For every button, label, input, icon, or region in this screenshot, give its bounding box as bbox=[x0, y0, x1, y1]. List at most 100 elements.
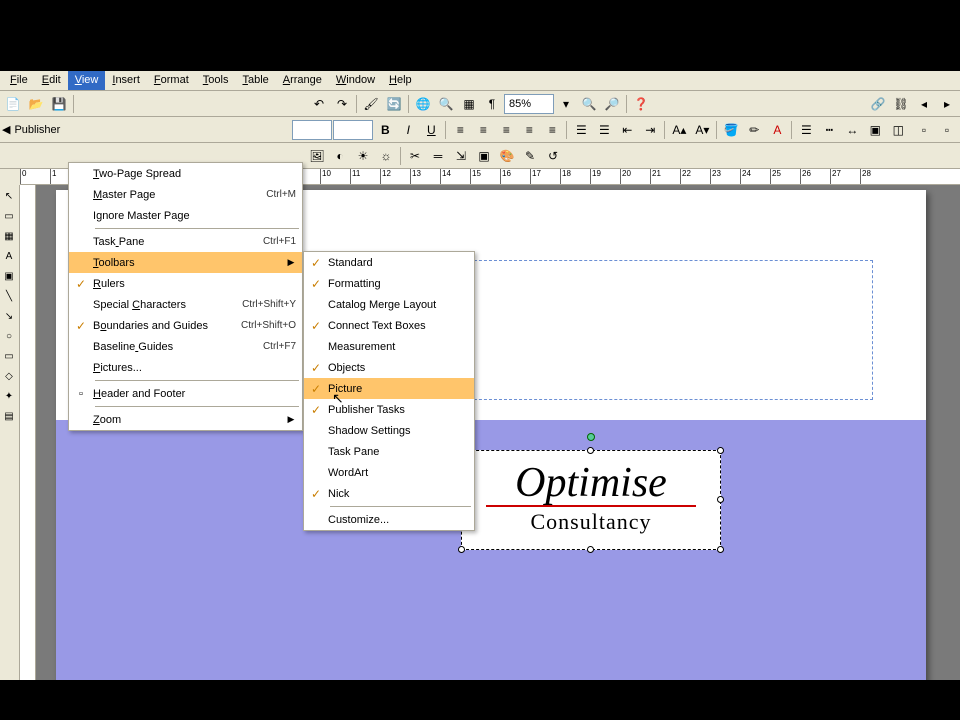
decrease-font-icon[interactable]: A▾ bbox=[691, 119, 713, 141]
web-icon[interactable]: 🌐 bbox=[412, 93, 434, 115]
bookmark-icon[interactable]: ✦ bbox=[0, 387, 18, 405]
crop-icon[interactable]: ✂ bbox=[404, 145, 426, 167]
align-center-icon[interactable]: ≡ bbox=[472, 119, 494, 141]
menu-window[interactable]: Window bbox=[329, 71, 382, 90]
line-style-icon[interactable]: ☰ bbox=[795, 119, 817, 141]
italic-icon[interactable]: I bbox=[397, 119, 419, 141]
underline-icon[interactable]: U bbox=[420, 119, 442, 141]
format-painter-icon[interactable]: 🖌 bbox=[360, 93, 382, 115]
zoom-out-icon[interactable]: 🔍 bbox=[578, 93, 600, 115]
menu-item-task-pane[interactable]: Task PaneCtrl+F1 bbox=[69, 231, 302, 252]
resize-handle[interactable] bbox=[587, 546, 594, 553]
insert-picture-icon[interactable]: 🖼 bbox=[306, 145, 328, 167]
pointer-icon[interactable]: ↖ bbox=[0, 187, 18, 205]
break-link-icon[interactable]: ⛓ bbox=[890, 93, 912, 115]
menu-tools[interactable]: Tools bbox=[196, 71, 236, 90]
size-combo[interactable] bbox=[333, 120, 373, 140]
dropdown-arrow-icon[interactable]: ▾ bbox=[555, 93, 577, 115]
bold-icon[interactable]: B bbox=[374, 119, 396, 141]
arrow-tool-icon[interactable]: ↘ bbox=[0, 307, 18, 325]
resize-handle[interactable] bbox=[458, 546, 465, 553]
color-icon[interactable]: ◐ bbox=[329, 145, 351, 167]
help-icon[interactable]: ❓ bbox=[630, 93, 652, 115]
menu-file[interactable]: File bbox=[3, 71, 35, 90]
redo-icon[interactable]: ↷ bbox=[331, 93, 353, 115]
line-icon[interactable]: ═ bbox=[427, 145, 449, 167]
reset-picture-icon[interactable]: ↺ bbox=[542, 145, 564, 167]
toolbar-toggle-task-pane[interactable]: Task Pane bbox=[304, 441, 474, 462]
toolbar-toggle-objects[interactable]: ✓Objects bbox=[304, 357, 474, 378]
align-right-icon[interactable]: ≡ bbox=[495, 119, 517, 141]
menu-item-special-characters[interactable]: Special CharactersCtrl+Shift+Y bbox=[69, 294, 302, 315]
autoshapes-icon[interactable]: ◇ bbox=[0, 367, 18, 385]
resize-handle[interactable] bbox=[587, 447, 594, 454]
dash-style-icon[interactable]: ┅ bbox=[818, 119, 840, 141]
menu-item-zoom[interactable]: Zoom▶ bbox=[69, 409, 302, 430]
justify-icon[interactable]: ≡ bbox=[518, 119, 540, 141]
menu-view[interactable]: View bbox=[68, 71, 106, 90]
arrow-style-icon[interactable]: ↔ bbox=[841, 119, 863, 141]
resize-handle[interactable] bbox=[717, 546, 724, 553]
indent-icon[interactable]: ⇥ bbox=[639, 119, 661, 141]
group-icon[interactable]: ▫ bbox=[936, 119, 958, 141]
menu-item-boundaries-and-guides[interactable]: ✓Boundaries and GuidesCtrl+Shift+O bbox=[69, 315, 302, 336]
undo-icon[interactable]: ↶ bbox=[308, 93, 330, 115]
format-picture-icon[interactable]: 🎨 bbox=[496, 145, 518, 167]
toolbar-toggle-measurement[interactable]: Measurement bbox=[304, 336, 474, 357]
numbering-icon[interactable]: ☰ bbox=[570, 119, 592, 141]
font-color-icon[interactable]: A bbox=[766, 119, 788, 141]
toolbar-toggle-picture[interactable]: ✓Picture bbox=[304, 378, 474, 399]
align-left-icon[interactable]: ≡ bbox=[449, 119, 471, 141]
menu-item-pictures-[interactable]: Pictures... bbox=[69, 357, 302, 378]
menu-item-two-page-spread[interactable]: Two-Page Spread bbox=[69, 163, 302, 184]
toolbar-toggle-formatting[interactable]: ✓Formatting bbox=[304, 273, 474, 294]
toolbar-toggle-shadow-settings[interactable]: Shadow Settings bbox=[304, 420, 474, 441]
rotate-handle[interactable] bbox=[587, 433, 595, 441]
zoom-combo[interactable]: 85% bbox=[504, 94, 554, 114]
paragraph-icon[interactable]: ¶ bbox=[481, 93, 503, 115]
menu-item-header-and-footer[interactable]: ▫Header and Footer bbox=[69, 383, 302, 404]
resize-handle[interactable] bbox=[717, 447, 724, 454]
preview-icon[interactable]: 🔍 bbox=[435, 93, 457, 115]
3d-icon[interactable]: ◫ bbox=[887, 119, 909, 141]
toolbar-toggle-catalog-merge-layout[interactable]: Catalog Merge Layout bbox=[304, 294, 474, 315]
toolbar-toggle-wordart[interactable]: WordArt bbox=[304, 462, 474, 483]
transparent-icon[interactable]: ✎ bbox=[519, 145, 541, 167]
more-contrast-icon[interactable]: ☀ bbox=[352, 145, 374, 167]
fill-color-icon[interactable]: 🪣 bbox=[720, 119, 742, 141]
taskpane-label[interactable]: ◀ Publisher bbox=[2, 123, 60, 136]
wordart-icon[interactable]: A bbox=[0, 247, 18, 265]
resize-handle[interactable] bbox=[717, 496, 724, 503]
picture-frame-icon[interactable]: ▣ bbox=[0, 267, 18, 285]
toolbar-toggle-connect-text-boxes[interactable]: ✓Connect Text Boxes bbox=[304, 315, 474, 336]
next-icon[interactable]: ▸ bbox=[936, 93, 958, 115]
design-gallery-icon[interactable]: ▤ bbox=[0, 407, 18, 425]
less-contrast-icon[interactable]: ☼ bbox=[375, 145, 397, 167]
line-color-icon[interactable]: ✏ bbox=[743, 119, 765, 141]
textbox-icon[interactable]: ▭ bbox=[0, 207, 18, 225]
bullets-icon[interactable]: ☰ bbox=[593, 119, 615, 141]
table-icon[interactable]: ▦ bbox=[0, 227, 18, 245]
logo-picture[interactable]: Optimise Consultancy bbox=[461, 450, 721, 550]
menu-arrange[interactable]: Arrange bbox=[276, 71, 329, 90]
menu-help[interactable]: Help bbox=[382, 71, 419, 90]
link-icon[interactable]: 🔗 bbox=[867, 93, 889, 115]
prev-icon[interactable]: ◂ bbox=[913, 93, 935, 115]
distribute-icon[interactable]: ≡ bbox=[541, 119, 563, 141]
increase-font-icon[interactable]: A▴ bbox=[668, 119, 690, 141]
save-icon[interactable]: 💾 bbox=[48, 93, 70, 115]
menu-insert[interactable]: Insert bbox=[105, 71, 147, 90]
open-icon[interactable]: 📂 bbox=[25, 93, 47, 115]
toolbar-toggle-standard[interactable]: ✓Standard bbox=[304, 252, 474, 273]
menu-item-master-page[interactable]: Master PageCtrl+M bbox=[69, 184, 302, 205]
line-tool-icon[interactable]: ╲ bbox=[0, 287, 18, 305]
shadow-icon[interactable]: ▣ bbox=[864, 119, 886, 141]
menu-format[interactable]: Format bbox=[147, 71, 196, 90]
menu-item-rulers[interactable]: ✓Rulers bbox=[69, 273, 302, 294]
font-combo[interactable] bbox=[292, 120, 332, 140]
compress-icon[interactable]: ⇲ bbox=[450, 145, 472, 167]
toolbar-toggle-nick[interactable]: ✓Nick bbox=[304, 483, 474, 504]
oval-icon[interactable]: ○ bbox=[0, 327, 18, 345]
rectangle-icon[interactable]: ▭ bbox=[0, 347, 18, 365]
columns-icon[interactable]: ▦ bbox=[458, 93, 480, 115]
